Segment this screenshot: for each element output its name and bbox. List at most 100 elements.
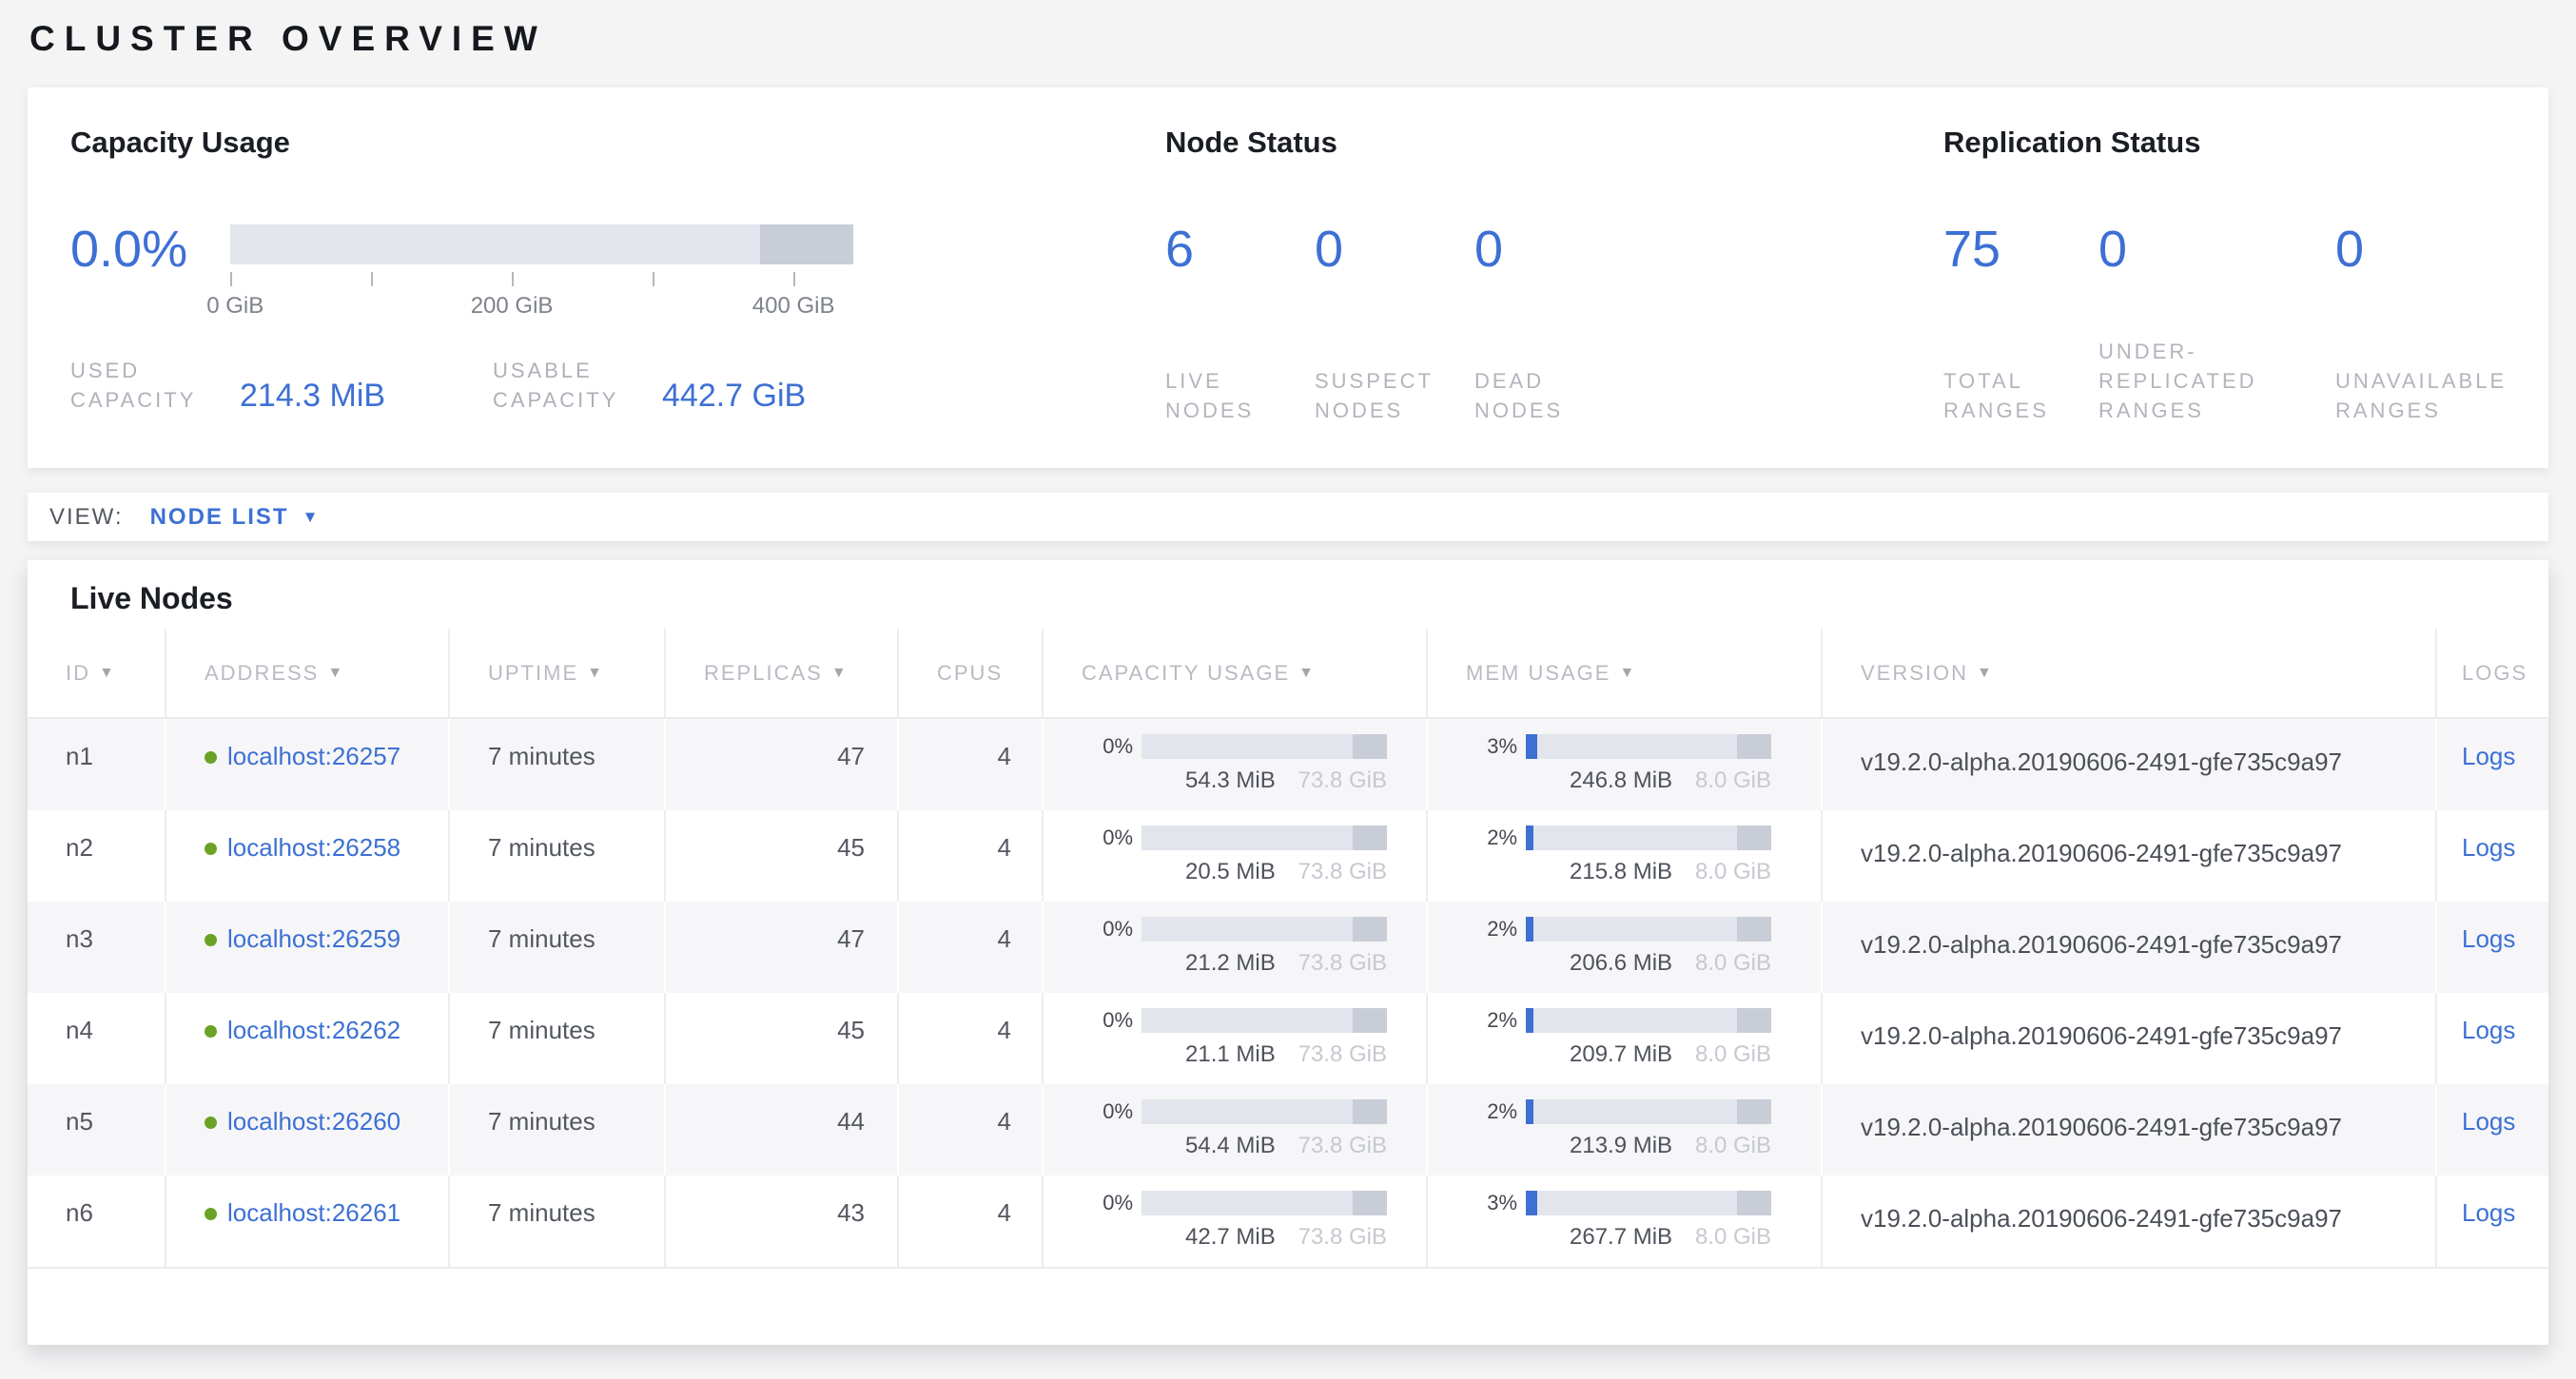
logs-link[interactable]: Logs (2462, 833, 2515, 862)
usage-bar (1526, 1008, 1771, 1033)
usage-bar-reserved-segment (1737, 1191, 1771, 1215)
node-address-link[interactable]: localhost:26262 (227, 1016, 400, 1044)
usage-percent: 2% (1464, 917, 1517, 942)
axis-tick (230, 272, 232, 286)
stat-value: 442.7 GiB (662, 379, 806, 415)
usage-percent: 3% (1464, 734, 1517, 759)
stat-value: 75 (1943, 221, 2098, 278)
table-row: n5 localhost:26260 7 minutes 44 4 0% 54.… (28, 1084, 2548, 1175)
cell-version: v19.2.0-alpha.20190606-2491-gfe735c9a97 (1821, 810, 2435, 902)
logs-link[interactable]: Logs (2462, 1016, 2515, 1044)
usage-bar (1526, 734, 1771, 759)
usage-total-value: 73.8 GiB (1298, 1224, 1387, 1251)
usage-bar-reserved-segment (1737, 1099, 1771, 1124)
column-header[interactable]: REPLICAS ▼ (664, 629, 897, 717)
axis-tick-label: 200 GiB (471, 293, 554, 320)
column-header[interactable]: VERSION ▼ (1821, 629, 2435, 717)
logs-link[interactable]: Logs (2462, 1107, 2515, 1136)
usage-bar (1526, 1191, 1771, 1215)
total-ranges-stat: 75 TOTAL RANGES (1943, 221, 2098, 425)
usage-used-value: 213.9 MiB (1570, 1133, 1672, 1159)
cluster-overview-page: CLUSTER OVERVIEW Capacity Usage 0.0% 0 G… (0, 19, 2576, 1345)
column-header: CPUS (897, 629, 1042, 717)
logs-link[interactable]: Logs (2462, 742, 2515, 770)
sort-desc-icon: ▼ (1298, 665, 1316, 682)
stat-value: 214.3 MiB (240, 379, 385, 415)
logs-link[interactable]: Logs (2462, 924, 2515, 953)
node-address-link[interactable]: localhost:26257 (227, 742, 400, 770)
usage-used-value: 54.3 MiB (1185, 767, 1276, 794)
usage-bar-reserved-segment (1353, 1008, 1387, 1033)
view-selector-dropdown[interactable]: NODE LIST ▼ (150, 504, 319, 531)
used-capacity-stat: USED CAPACITY 214.3 MiB (70, 356, 493, 415)
cell-node-id: n6 (28, 1175, 165, 1267)
column-header: LOGS (2435, 629, 2548, 717)
stat-label: USED CAPACITY (70, 356, 240, 415)
usage-total-value: 8.0 GiB (1695, 1133, 1771, 1159)
column-header-label: ID (66, 661, 90, 686)
stat-value: 0 (2098, 221, 2335, 278)
usage-used-value: 209.7 MiB (1570, 1041, 1672, 1068)
cell-node-id: n4 (28, 993, 165, 1084)
stat-value: 0 (1474, 221, 1636, 278)
node-live-status-icon (205, 1208, 217, 1220)
column-header[interactable]: UPTIME ▼ (448, 629, 664, 717)
dead-nodes-stat: 0 DEAD NODES (1474, 221, 1636, 425)
cell-cpus: 4 (897, 810, 1042, 902)
column-header[interactable]: ADDRESS ▼ (165, 629, 448, 717)
cell-mem-usage: 2% 215.8 MiB 8.0 GiB (1426, 810, 1821, 902)
usage-percent: 0% (1080, 1099, 1133, 1124)
live-nodes-stat: 6 LIVE NODES (1165, 221, 1315, 425)
column-header-label: CAPACITY USAGE (1082, 661, 1290, 686)
cell-cpus: 4 (897, 993, 1042, 1084)
usage-bar-fill (1526, 825, 1533, 850)
column-header[interactable]: ID ▼ (28, 629, 165, 717)
table-row: n6 localhost:26261 7 minutes 43 4 0% 42.… (28, 1175, 2548, 1267)
capacity-used-percent: 0.0% (70, 221, 230, 278)
sort-desc-icon: ▼ (587, 665, 604, 682)
usage-bar-reserved-segment (1353, 1191, 1387, 1215)
usage-bar-fill (1526, 1099, 1533, 1124)
cell-uptime: 7 minutes (448, 810, 664, 902)
sort-desc-icon: ▼ (327, 665, 344, 682)
node-live-status-icon (205, 843, 217, 855)
node-address-link[interactable]: localhost:26259 (227, 924, 400, 953)
node-address-link[interactable]: localhost:26261 (227, 1198, 400, 1227)
axis-tick-label: 400 GiB (752, 293, 835, 320)
column-header[interactable]: CAPACITY USAGE ▼ (1042, 629, 1426, 717)
table-body: n1 localhost:26257 7 minutes 47 4 0% 54.… (28, 719, 2548, 1269)
cell-node-id: n1 (28, 719, 165, 810)
cell-node-address: localhost:26260 (165, 1084, 448, 1175)
stat-value: 0 (1315, 221, 1474, 278)
sort-desc-icon: ▼ (831, 665, 849, 682)
cell-cpus: 4 (897, 1175, 1042, 1267)
node-address-link[interactable]: localhost:26260 (227, 1107, 400, 1136)
live-nodes-card: Live Nodes ID ▼ ADDRESS ▼ UPTIME ▼ REPLI… (28, 560, 2548, 1345)
stat-label: SUSPECT NODES (1315, 366, 1474, 425)
table-row: n2 localhost:26258 7 minutes 45 4 0% 20.… (28, 810, 2548, 902)
page-title: CLUSTER OVERVIEW (29, 19, 2548, 59)
usage-used-value: 21.1 MiB (1185, 1041, 1276, 1068)
sort-desc-icon: ▼ (1977, 665, 1994, 682)
cell-replicas: 45 (664, 810, 897, 902)
cell-capacity-usage: 0% 54.3 MiB 73.8 GiB (1042, 719, 1426, 810)
cell-node-address: localhost:26258 (165, 810, 448, 902)
suspect-nodes-stat: 0 SUSPECT NODES (1315, 221, 1474, 425)
usage-used-value: 206.6 MiB (1570, 950, 1672, 977)
cell-logs: Logs (2435, 993, 2548, 1084)
node-status-section: Node Status 6 LIVE NODES 0 SUSPECT NODES… (1165, 126, 1888, 425)
usage-total-value: 73.8 GiB (1298, 950, 1387, 977)
axis-tick (512, 272, 514, 286)
usage-used-value: 267.7 MiB (1570, 1224, 1672, 1251)
node-address-link[interactable]: localhost:26258 (227, 833, 400, 862)
usage-bar (1142, 1008, 1387, 1033)
logs-link[interactable]: Logs (2462, 1198, 2515, 1227)
usage-total-value: 73.8 GiB (1298, 1041, 1387, 1068)
cell-replicas: 45 (664, 993, 897, 1084)
usage-bar (1142, 1191, 1387, 1215)
usage-percent: 0% (1080, 917, 1133, 942)
usage-bar (1142, 825, 1387, 850)
usage-total-value: 8.0 GiB (1695, 767, 1771, 794)
column-header[interactable]: MEM USAGE ▼ (1426, 629, 1821, 717)
usage-percent: 2% (1464, 825, 1517, 850)
